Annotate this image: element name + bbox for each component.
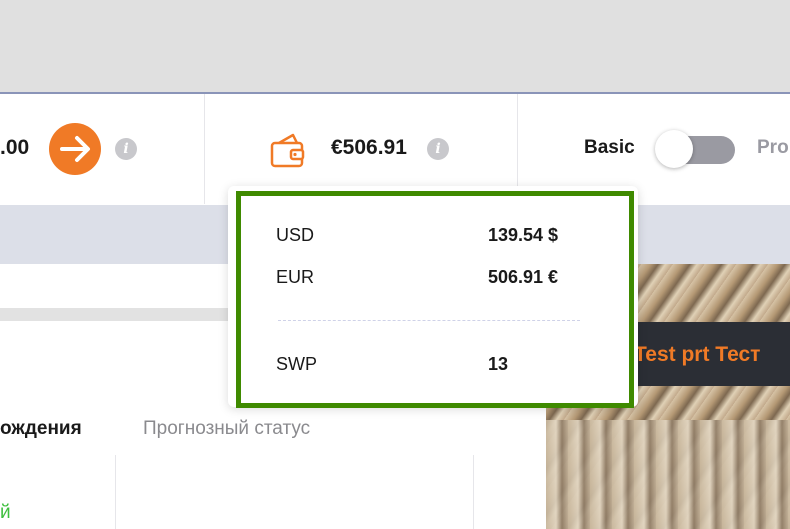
wallet-balance[interactable]: €506.91: [331, 136, 407, 160]
currency-value-usd: 139.54 $: [488, 225, 559, 245]
info-icon[interactable]: i: [427, 138, 449, 160]
status-cell: й: [0, 502, 11, 523]
info-icon[interactable]: i: [115, 138, 137, 160]
wallet-icon: [269, 131, 307, 169]
toggle-knob[interactable]: [655, 130, 693, 168]
currency-label-eur: EUR: [276, 267, 315, 287]
browser-top-area: [0, 0, 790, 92]
transfer-button[interactable]: [49, 123, 101, 175]
currency-value-eur: 506.91 €: [488, 267, 559, 287]
column-divider: [473, 455, 474, 529]
arrow-right-icon: [60, 136, 90, 162]
toggle-basic-label: Basic: [584, 137, 635, 158]
tooltip-separator: [278, 320, 580, 321]
currency-label-usd: USD: [276, 225, 315, 245]
toggle-pro-label: Pro: [757, 137, 789, 158]
highlight-frame: [236, 191, 634, 408]
column-divider: [115, 455, 116, 529]
header-divider: [204, 94, 205, 204]
balance-amount: .00: [0, 136, 30, 159]
promo-title[interactable]: Test prt Тест: [634, 343, 760, 367]
promo-image-texture: [546, 420, 790, 529]
column-header-forecast-status: Прогнозный статус: [143, 418, 311, 439]
column-header: ождения: [0, 418, 82, 439]
currency-label-swp: SWP: [276, 354, 318, 374]
currency-value-swp: 13: [488, 354, 509, 374]
